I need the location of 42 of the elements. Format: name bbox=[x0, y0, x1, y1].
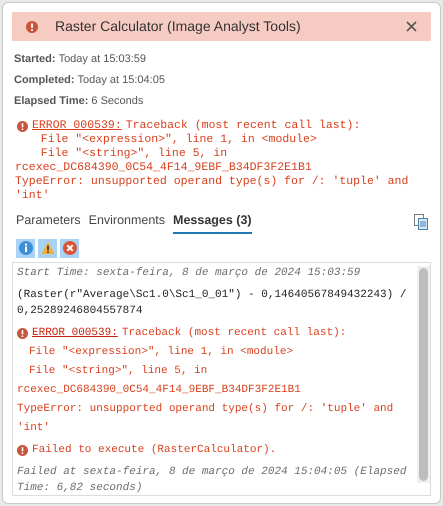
error-code-link[interactable]: ERROR 000539: bbox=[32, 117, 122, 135]
filter-button[interactable] bbox=[16, 238, 35, 258]
message-text: Start Time: sexta-feira, 8 de março de 2024 15:03:59 bbox=[17, 266, 362, 280]
tab[interactable]: Messages (3) bbox=[173, 211, 252, 234]
summary-label: Elapsed Time: bbox=[14, 94, 88, 109]
error-icon bbox=[62, 241, 76, 256]
error-icon bbox=[17, 120, 28, 132]
summary-value: Today at 15:03:59 bbox=[58, 52, 146, 67]
error-icon bbox=[17, 328, 28, 339]
error-message: rcexec_DC684390_0C54_4F14_9EBF_B34DF3F2E1B1 bbox=[15, 161, 313, 175]
filter-button[interactable] bbox=[60, 238, 79, 258]
window-title: Raster Calculator (Image Analyst Tools) bbox=[55, 17, 301, 36]
error-code-link[interactable]: ERROR 000539: bbox=[32, 326, 118, 340]
summary-value: Today at 15:04:05 bbox=[78, 72, 165, 88]
error-message: TypeError: unsupported operand type(s) for /: 'tuple' and bbox=[15, 175, 410, 189]
copy-icon[interactable] bbox=[414, 214, 428, 230]
message-text: (Raster(r"Average\Sc1.0\Sc1_0_01") - 0,14640567849432243) / bbox=[17, 288, 408, 302]
error-message: File "<string>", line 5, in bbox=[28, 364, 208, 378]
summary-label: Completed: bbox=[14, 72, 74, 88]
message-text: 0,25289246804557874 bbox=[17, 304, 144, 318]
error-message: 'int' bbox=[15, 189, 51, 203]
error-message: File "<expression>", line 1, in <module> bbox=[28, 346, 294, 359]
error-message: Failed to execute (RasterCalculator). bbox=[32, 444, 276, 457]
error-message: TypeError: unsupported operand type(s) for /: 'tuple' and bbox=[17, 402, 394, 416]
error-message: Traceback (most recent call last): bbox=[122, 326, 346, 340]
error-message: File "<string>", line 5, in bbox=[40, 147, 228, 161]
tab[interactable]: Environments bbox=[88, 211, 166, 234]
error-icon bbox=[26, 20, 38, 32]
info-icon bbox=[18, 241, 32, 256]
error-icon bbox=[17, 444, 28, 456]
message-text: Failed at sexta-feira, 8 de março de 2024 15:04:05 (Elapsed bbox=[17, 466, 408, 479]
tab[interactable]: Parameters bbox=[16, 211, 81, 234]
error-message: 'int' bbox=[17, 422, 52, 435]
summary-label: Started: bbox=[14, 52, 56, 67]
warning-icon bbox=[40, 241, 54, 256]
close-icon[interactable] bbox=[406, 21, 417, 32]
error-message: Traceback (most recent call last): bbox=[126, 118, 360, 134]
message-text: Time: 6,82 seconds) bbox=[17, 482, 144, 495]
summary-value: 6 Seconds bbox=[91, 94, 144, 109]
error-message: File "<expression>", line 1, in <module> bbox=[40, 133, 318, 147]
filter-button[interactable] bbox=[38, 238, 57, 258]
error-message: rcexec_DC684390_0C54_4F14_9EBF_B34DF3F2E1B1 bbox=[17, 384, 302, 397]
